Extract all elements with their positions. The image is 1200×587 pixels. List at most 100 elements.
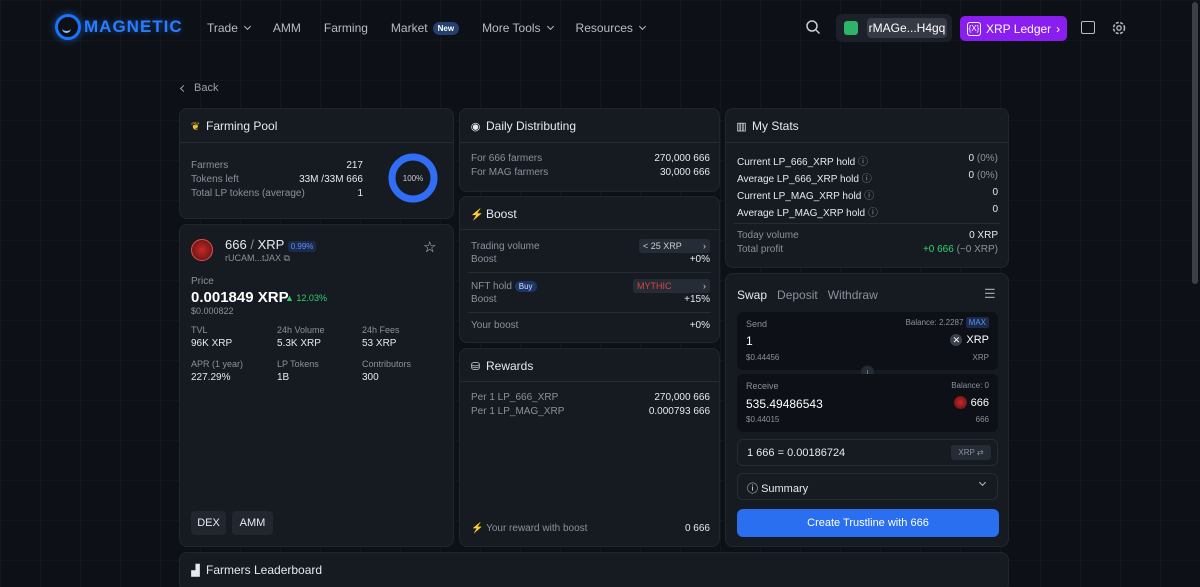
dex-button[interactable]: DEX [191,511,226,535]
send-balance: Balance: 2.2287 MAX [905,317,989,328]
tab-deposit[interactable]: Deposit [777,288,818,302]
send-sub: XRP [972,353,989,362]
issuer-address: rUCAM...tJAX [225,253,282,263]
stat-label: Your boost [471,320,519,331]
stat-label: Per 1 LP_MAG_XRP [471,406,565,417]
gear-icon[interactable] [1111,20,1127,36]
create-trustline-button[interactable]: Create Trustline with 666 [737,509,999,537]
network-selector[interactable]: {X} XRP Ledger › [960,16,1067,41]
label-text: Average LP_666_XRP hold [737,174,859,185]
send-token-selector[interactable]: ✕ XRP [950,334,989,346]
chevron-down-icon [243,22,251,31]
info-icon[interactable]: ⓘ [858,157,868,168]
back-label: Back [194,82,219,94]
card-title: My Stats [752,119,799,133]
nft-tier-select[interactable]: MYTHIC › [633,279,710,293]
stat-label: For MAG farmers [471,167,549,178]
stat-value: 0 [992,187,998,198]
summary-text: Summary [761,483,809,495]
stat-row: For 666 farmers 270,000 666 [471,153,710,164]
summary-label: ⓘ Summary [747,480,808,496]
info-icon[interactable]: ⓘ [862,174,872,185]
summary-accordion[interactable]: ⓘ Summary [737,473,998,500]
stat-value: 30,000 666 [659,167,710,178]
rate-toggle-label: XRP [958,448,975,457]
stat-tvl: TVL 96K XRP [191,325,232,349]
stat-value: 270,000 666 [654,392,710,403]
coin-icon: ◉ [470,120,481,133]
info-icon[interactable]: ⓘ [868,208,878,219]
reward-label: ⚡ Your reward with boost [471,523,587,534]
stat-label: Total LP tokens (average) [191,188,305,199]
tab-withdraw[interactable]: Withdraw [828,288,878,302]
tab-swap[interactable]: Swap [737,288,767,302]
menu-item-more-tools[interactable]: More Tools [482,21,554,35]
stat-row: For MAG farmers 30,000 666 [471,167,710,178]
buy-nft-button[interactable]: Buy [514,280,537,292]
chevron-down-icon [546,22,554,31]
pair-quote: XRP [257,237,285,252]
stat-value: 5.3K XRP [277,338,321,349]
pair-separator: / [250,237,254,252]
stat-label: APR (1 year) [191,359,244,369]
token-666-icon [191,239,213,261]
max-button[interactable]: MAX [965,317,989,328]
stat-row: Average LP_MAG_XRP hold ⓘ 0 [737,204,998,219]
search-icon[interactable] [805,19,821,35]
send-amount-input[interactable]: 1 [746,334,753,348]
receive-sub: 666 [975,415,989,424]
progress-donut: 100% [388,153,438,203]
back-link[interactable]: Back [179,82,219,94]
balance-text: Balance: 2.2287 [905,318,964,327]
send-label: Send [746,319,768,329]
select-value: < 25 XRP [643,241,682,251]
wallet-address: rMAGe...H4gq [867,18,947,38]
info-icon[interactable]: ⓘ [864,191,874,202]
fee-badge: 0.99% [287,241,317,252]
menu-item-amm[interactable]: AMM [273,21,301,35]
trading-volume-select[interactable]: < 25 XRP › [639,239,710,253]
stat-lp-tokens: LP Tokens 1B [277,359,319,383]
label-text: Average LP_MAG_XRP hold [737,208,866,219]
stat-label: Today volume [737,230,799,241]
stat-label: 24h Volume [277,325,325,335]
menu-item-trade[interactable]: Trade [207,21,251,35]
divider [468,272,711,273]
menu-label: Resources [575,21,633,35]
stat-label: Boost [471,254,497,265]
top-navbar: MAGNETIC Trade AMM Farming Market New Mor… [0,0,1200,56]
amm-button[interactable]: AMM [232,511,273,535]
chevron-right-icon: › [703,241,706,251]
divider [460,229,719,230]
stat-value: 1B [277,372,290,383]
profit-value: +0 666 [922,244,954,255]
receive-token-selector[interactable]: 666 [953,396,989,409]
menu-item-market[interactable]: Market New [391,21,460,35]
menu-item-farming[interactable]: Farming [324,21,368,35]
receive-amount[interactable]: 535.49486543 [746,397,823,411]
rate-toggle[interactable]: XRP ⇄ [951,445,991,460]
stat-row: Tokens left 33M /33M 666 [191,174,363,185]
stat-row: Per 1 LP_MAG_XRP 0.000793 666 [471,406,710,417]
magnetic-logo-icon [55,14,81,40]
stat-label: Trading volume [471,240,540,252]
stat-value: 0 [992,204,998,215]
logo[interactable]: MAGNETIC [55,14,183,40]
value-pct: (0%) [976,170,998,181]
news-icon[interactable] [1081,21,1095,34]
chevron-down-icon [978,478,987,487]
card-header: ❦ Farming Pool [190,119,277,133]
favorite-star-icon[interactable]: ☆ [423,238,436,256]
stat-label: TVL [191,325,208,335]
wallet-button[interactable]: rMAGe...H4gq [836,14,952,42]
issuer-row[interactable]: rUCAM...tJAX ⧉ [225,253,290,264]
menu-label: Trade [207,21,238,35]
divider [726,142,1008,143]
copy-icon[interactable]: ⧉ [284,253,290,263]
stat-value: 217 [346,160,363,171]
settings-sliders-icon[interactable]: ☰ [984,286,996,302]
divider [180,142,453,143]
card-header: ⛁ Rewards [470,359,533,373]
trading-volume-row: Trading volume < 25 XRP › [471,239,710,253]
menu-item-resources[interactable]: Resources [575,21,646,35]
